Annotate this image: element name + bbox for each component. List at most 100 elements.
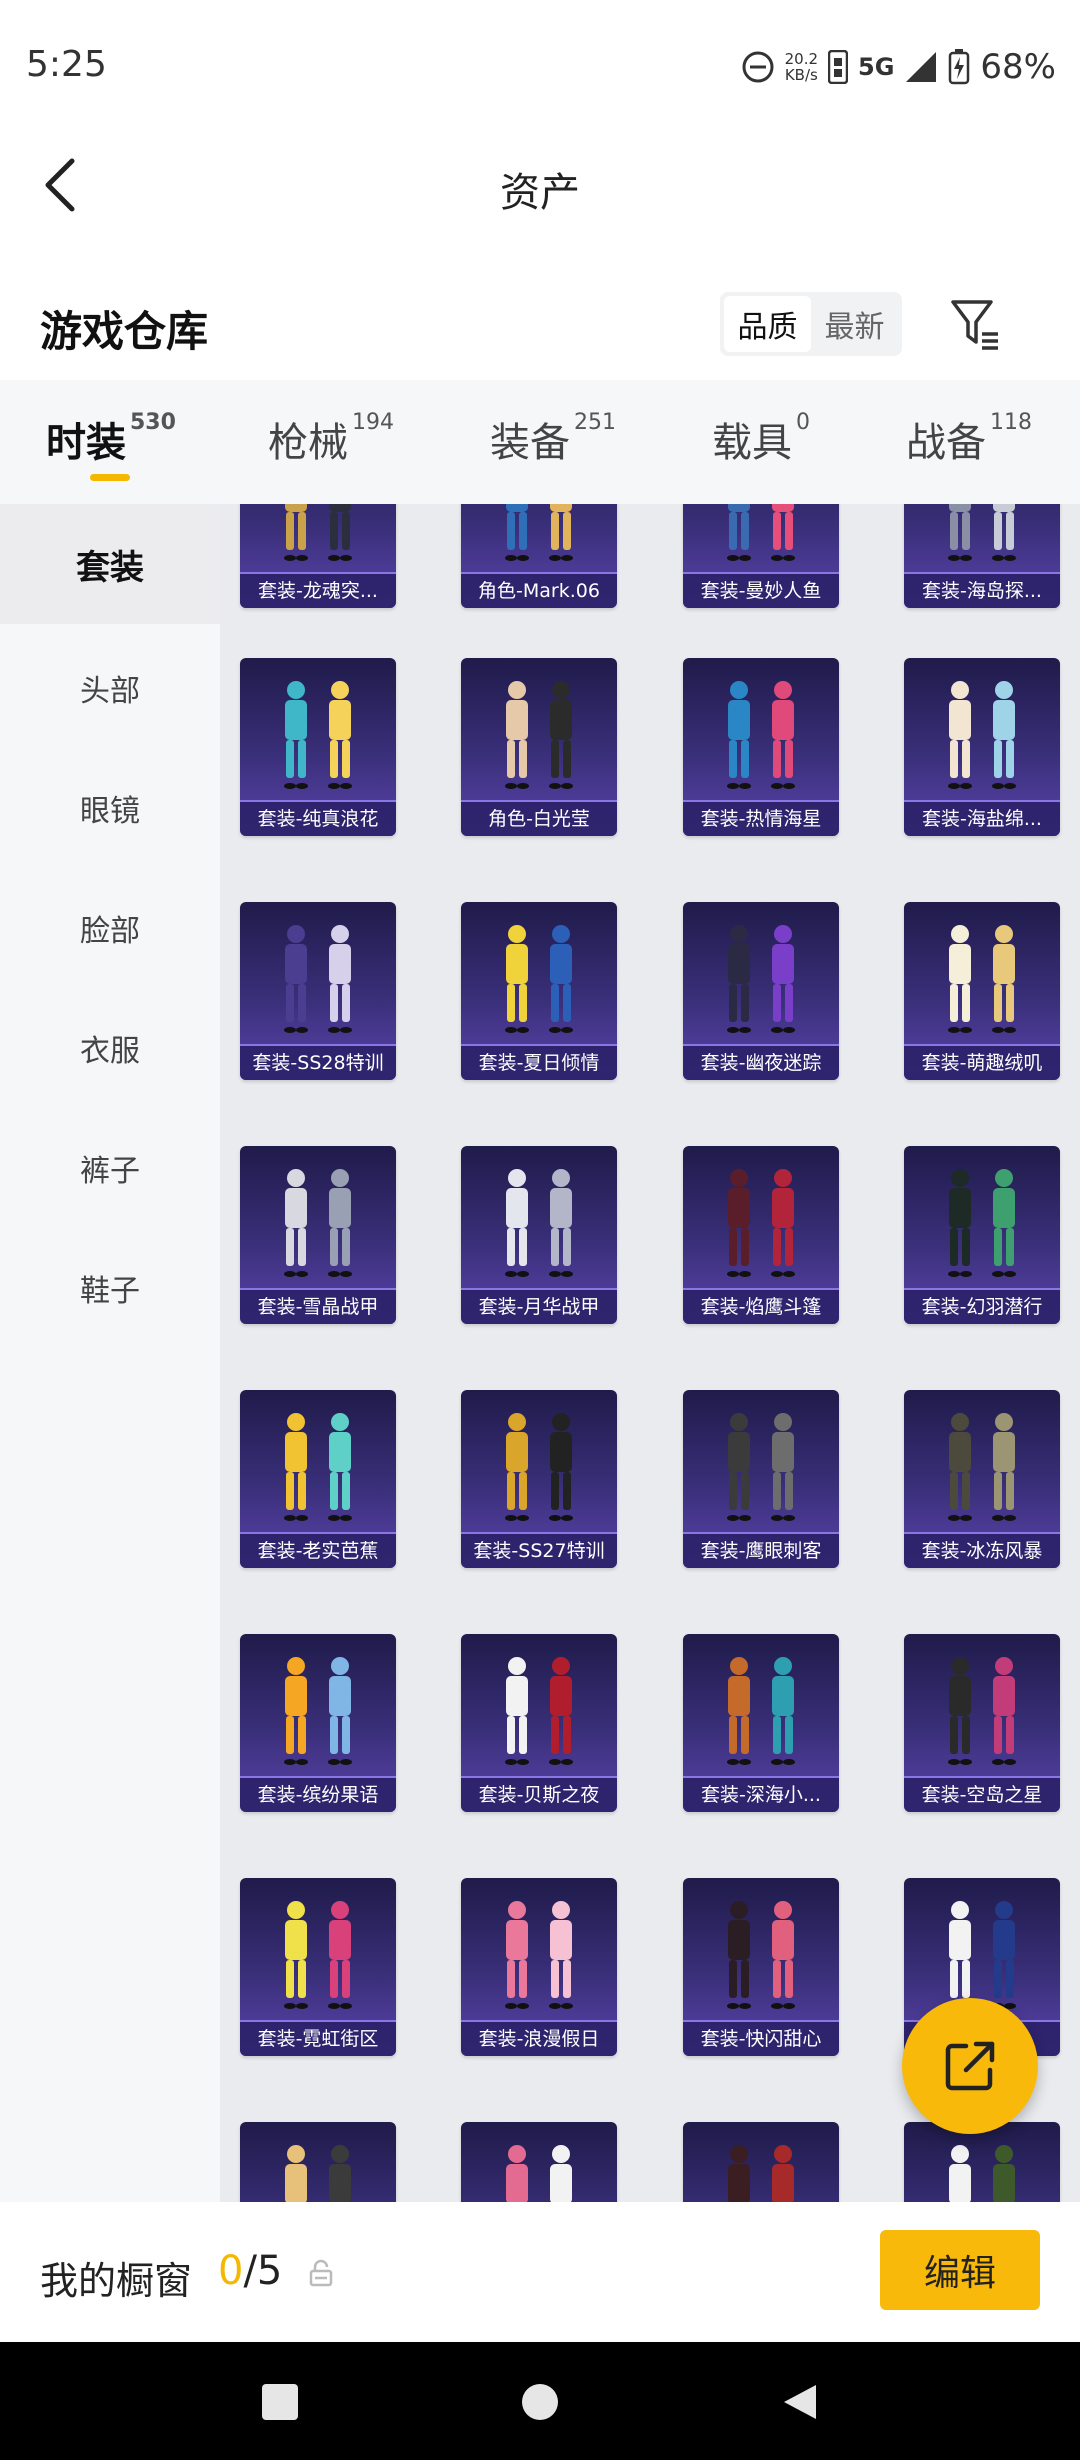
sort-quality-button[interactable]: 品质 — [724, 296, 811, 352]
item-card[interactable] — [904, 2122, 1060, 2202]
item-label: 套装-焰鹰斗篷 — [683, 1290, 839, 1324]
item-card[interactable]: 套装-深海小... — [683, 1634, 839, 1812]
item-card[interactable]: 套装-月华战甲 — [461, 1146, 617, 1324]
sidebar: 套装 头部 眼镜 脸部 衣服 裤子 鞋子 — [0, 504, 220, 2204]
sidebar-item-suit[interactable]: 套装 — [0, 504, 220, 624]
tab-guns[interactable]: 枪械 194 — [268, 410, 394, 490]
edit-button[interactable]: 编辑 — [880, 2230, 1040, 2310]
sidebar-item-head[interactable]: 头部 — [0, 628, 220, 748]
item-card[interactable]: 套装-鹰眼刺客 — [683, 1390, 839, 1568]
speed-unit: KB/s — [784, 66, 818, 84]
item-card[interactable]: 套装-曼妙人鱼 — [683, 504, 839, 608]
item-card[interactable]: 套装-老实芭蕉 — [240, 1390, 396, 1568]
nav-back-button[interactable] — [770, 2372, 830, 2432]
item-card[interactable]: 套装-海盐绵... — [904, 658, 1060, 836]
outfit-image — [285, 2145, 351, 2202]
outfit-image — [284, 1169, 352, 1277]
tab-label: 时装 — [46, 420, 126, 466]
recents-button[interactable] — [250, 2372, 310, 2432]
item-card[interactable]: 套装-萌趣绒叽 — [904, 902, 1060, 1080]
square-icon — [262, 2384, 298, 2420]
item-label: 套装-龙魂突... — [240, 574, 396, 608]
warehouse-header: 游戏仓库 品质 最新 — [0, 270, 1080, 380]
item-label: 套装-贝斯之夜 — [461, 1778, 617, 1812]
item-label: 套装-鹰眼刺客 — [683, 1534, 839, 1568]
sidebar-item-pants[interactable]: 裤子 — [0, 1108, 220, 1228]
sort-toggle: 品质 最新 — [720, 292, 902, 356]
system-nav-bar — [0, 2342, 1080, 2460]
item-card[interactable]: 套装-冰冻风暴 — [904, 1390, 1060, 1568]
item-card[interactable]: 套装-缤纷果语 — [240, 1634, 396, 1812]
item-card[interactable]: 套装-幽夜迷踪 — [683, 902, 839, 1080]
sidebar-item-shoes[interactable]: 鞋子 — [0, 1228, 220, 1348]
item-label: 套装-空岛之星 — [904, 1778, 1060, 1812]
tab-label: 枪械 — [268, 420, 348, 466]
item-card[interactable]: 套装-热情海星 — [683, 658, 839, 836]
item-card[interactable]: 套装-SS27特训 — [461, 1390, 617, 1568]
tab-count: 530 — [130, 410, 176, 435]
item-card[interactable]: 套装-霓虹街区 — [240, 1878, 396, 2056]
outfit-image — [284, 1657, 352, 1765]
share-button[interactable] — [902, 1998, 1038, 2134]
outfit-image — [948, 1657, 1016, 1765]
item-card[interactable]: 角色-白光莹 — [461, 658, 617, 836]
outfit-image — [505, 1657, 573, 1765]
outfit-image — [948, 504, 1016, 561]
item-card[interactable]: 套装-贝斯之夜 — [461, 1634, 617, 1812]
status-icons: 20.2 KB/s 5G 68% — [741, 42, 1056, 92]
circle-icon — [522, 2384, 558, 2420]
item-card[interactable]: 套装-浪漫假日 — [461, 1878, 617, 2056]
filter-icon — [951, 300, 998, 350]
item-card[interactable] — [683, 2122, 839, 2202]
sidebar-item-glasses[interactable]: 眼镜 — [0, 748, 220, 868]
sidebar-item-face[interactable]: 脸部 — [0, 868, 220, 988]
tab-vehicles[interactable]: 载具 0 — [712, 410, 810, 490]
outfit-image — [284, 504, 352, 561]
tab-battle-prep[interactable]: 战备 118 — [906, 410, 1032, 490]
outfit-image — [284, 925, 352, 1033]
sort-latest-button[interactable]: 最新 — [811, 296, 898, 352]
showcase-title: 我的橱窗 — [40, 2259, 193, 2303]
item-card[interactable]: 套装-SS28特训 — [240, 902, 396, 1080]
item-label: 套装-萌趣绒叽 — [904, 1046, 1060, 1080]
item-label: 套装-深海小... — [683, 1778, 839, 1812]
outfit-image — [948, 681, 1016, 789]
item-card[interactable]: 套装-快闪甜心 — [683, 1878, 839, 2056]
item-card[interactable] — [461, 2122, 617, 2202]
filter-button[interactable] — [946, 290, 1006, 358]
item-label: 套装-老实芭蕉 — [240, 1534, 396, 1568]
item-card[interactable]: 套装-夏日倾情 — [461, 902, 617, 1080]
showcase-current: 0 — [218, 2248, 244, 2294]
item-card[interactable]: 套装-焰鹰斗篷 — [683, 1146, 839, 1324]
page-title: 资产 — [500, 170, 580, 216]
tab-count: 0 — [796, 410, 810, 435]
item-label: 套装-海岛探... — [904, 574, 1060, 608]
item-card[interactable]: 套装-纯真浪花 — [240, 658, 396, 836]
outfit-image — [727, 504, 795, 561]
item-label: 角色-白光莹 — [461, 802, 617, 836]
item-label: 套装-纯真浪花 — [240, 802, 396, 836]
item-card[interactable] — [240, 2122, 396, 2202]
outfit-image — [727, 1657, 795, 1765]
home-button[interactable] — [510, 2372, 570, 2432]
outfit-image — [727, 1169, 795, 1277]
dnd-icon — [742, 51, 774, 83]
item-card[interactable]: 套装-幻羽潜行 — [904, 1146, 1060, 1324]
item-label: 套装-快闪甜心 — [683, 2022, 839, 2056]
speed-value: 20.2 — [784, 50, 819, 68]
item-card[interactable]: 套装-龙魂突... — [240, 504, 396, 608]
tab-label: 战备 — [906, 420, 986, 466]
active-tab-indicator — [90, 474, 130, 481]
outfit-image — [284, 1901, 352, 2009]
item-card[interactable]: 套装-雪晶战甲 — [240, 1146, 396, 1324]
network-speed: 20.2 KB/s — [785, 51, 818, 83]
outfit-image — [506, 2145, 572, 2202]
item-card[interactable]: 角色-Mark.06 — [461, 504, 617, 608]
item-label: 套装-SS27特训 — [461, 1534, 617, 1568]
triangle-back-icon — [784, 2385, 816, 2419]
outfit-image — [727, 681, 795, 789]
sidebar-item-clothes[interactable]: 衣服 — [0, 988, 220, 1108]
tab-equipment[interactable]: 装备 251 — [490, 410, 616, 490]
item-card[interactable]: 套装-空岛之星 — [904, 1634, 1060, 1812]
item-card[interactable]: 套装-海岛探... — [904, 504, 1060, 608]
